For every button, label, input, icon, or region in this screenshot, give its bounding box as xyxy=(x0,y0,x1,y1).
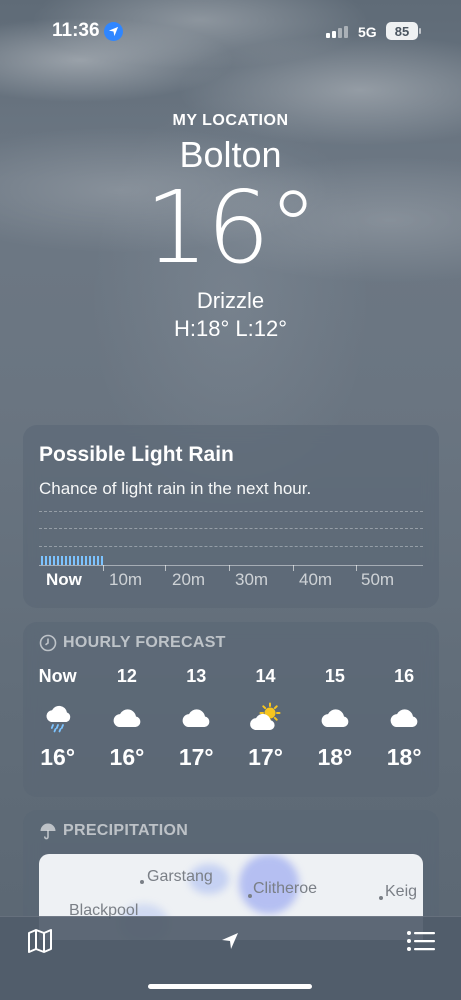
axis-label-50m: 50m xyxy=(361,570,395,589)
chart-gridline xyxy=(39,511,423,512)
hour-temperature: 16° xyxy=(40,744,76,770)
hourly-forecast-title: HOURLY FORECAST xyxy=(63,634,226,651)
axis-label-40m: 40m xyxy=(299,570,333,589)
weather-condition: Drizzle xyxy=(196,288,265,313)
cloud-drizzle-icon xyxy=(23,692,92,744)
battery-level: 85 xyxy=(394,23,410,39)
battery-icon: 85 xyxy=(386,22,418,40)
rain-card-title: Possible Light Rain xyxy=(39,443,234,466)
hour-label: Now xyxy=(38,666,77,686)
location-arrow-icon[interactable] xyxy=(220,931,240,956)
cellular-signal-icon xyxy=(326,26,348,38)
hour-item: 14 17° xyxy=(231,666,300,771)
hour-temperature: 18° xyxy=(386,744,422,770)
axis-label-30m: 30m xyxy=(235,570,269,589)
hour-item: 13 17° xyxy=(162,666,231,771)
precipitation-title: PRECIPITATION xyxy=(63,822,189,839)
location-label: MY LOCATION xyxy=(172,112,289,129)
chart-gridline xyxy=(39,546,423,547)
hour-temperature: 16° xyxy=(109,744,145,770)
place-label: Garstang xyxy=(147,868,213,885)
axis-label-20m: 20m xyxy=(172,570,206,589)
battery-cap xyxy=(419,28,421,34)
partly-sunny-icon xyxy=(231,692,300,744)
hour-item: 12 16° xyxy=(92,666,161,771)
cloud-icon xyxy=(300,692,369,744)
current-temperature: 16° xyxy=(144,169,318,286)
axis-tick xyxy=(165,565,166,571)
hourly-list[interactable]: Now 16° 12 16° 13 17° 14 17° 15 18° 16 1… xyxy=(23,666,439,771)
place-dot xyxy=(379,896,383,900)
hour-temperature: 17° xyxy=(248,744,283,770)
hour-label: 15 xyxy=(324,666,345,686)
hour-item: Now 16° xyxy=(23,666,92,771)
list-icon[interactable] xyxy=(406,929,436,958)
axis-tick xyxy=(103,565,104,571)
chart-gridline xyxy=(39,528,423,529)
status-time: 11:36 xyxy=(52,20,100,41)
place-dot xyxy=(140,880,144,884)
axis-label-10m: 10m xyxy=(109,570,143,589)
hour-item: 16 18° xyxy=(369,666,438,771)
location-services-icon xyxy=(104,22,123,41)
axis-label-now: Now xyxy=(46,570,82,589)
rain-forecast-card[interactable]: Possible Light Rain Chance of light rain… xyxy=(23,425,439,608)
hour-temperature: 17° xyxy=(178,744,214,770)
rain-card-subtitle: Chance of light rain in the next hour. xyxy=(39,479,312,498)
status-bar: 11:36 5G 85 xyxy=(0,0,461,62)
rain-intensity-bars xyxy=(41,556,103,565)
place-dot xyxy=(248,894,252,898)
cloud-icon xyxy=(162,692,231,744)
time-axis xyxy=(39,565,423,566)
clock-icon xyxy=(39,634,57,652)
axis-tick xyxy=(293,565,294,571)
hour-item: 15 18° xyxy=(300,666,369,771)
hour-label: 14 xyxy=(255,666,276,686)
current-weather: MY LOCATION Bolton 16° Drizzle H:18° L:1… xyxy=(0,112,461,342)
hourly-forecast-header: HOURLY FORECAST xyxy=(39,634,226,652)
axis-tick xyxy=(356,565,357,571)
place-label: Clitheroe xyxy=(253,880,318,897)
high-low-temperature: H:18° L:12° xyxy=(174,316,287,341)
cloud-icon xyxy=(92,692,161,744)
home-indicator[interactable] xyxy=(148,984,312,989)
hour-label: 12 xyxy=(116,666,137,686)
hour-label: 13 xyxy=(186,666,207,686)
hour-label: 16 xyxy=(394,666,415,686)
hour-temperature: 18° xyxy=(317,744,353,770)
precipitation-header: PRECIPITATION xyxy=(39,822,188,840)
place-label: Keig xyxy=(385,883,418,900)
cloud-icon xyxy=(369,692,438,744)
network-type: 5G xyxy=(358,24,377,40)
hourly-forecast-card[interactable]: HOURLY FORECAST Now 16° 12 16° 13 17° 14 xyxy=(23,622,439,797)
axis-tick xyxy=(229,565,230,571)
map-icon[interactable] xyxy=(26,927,54,960)
umbrella-icon xyxy=(40,823,56,840)
